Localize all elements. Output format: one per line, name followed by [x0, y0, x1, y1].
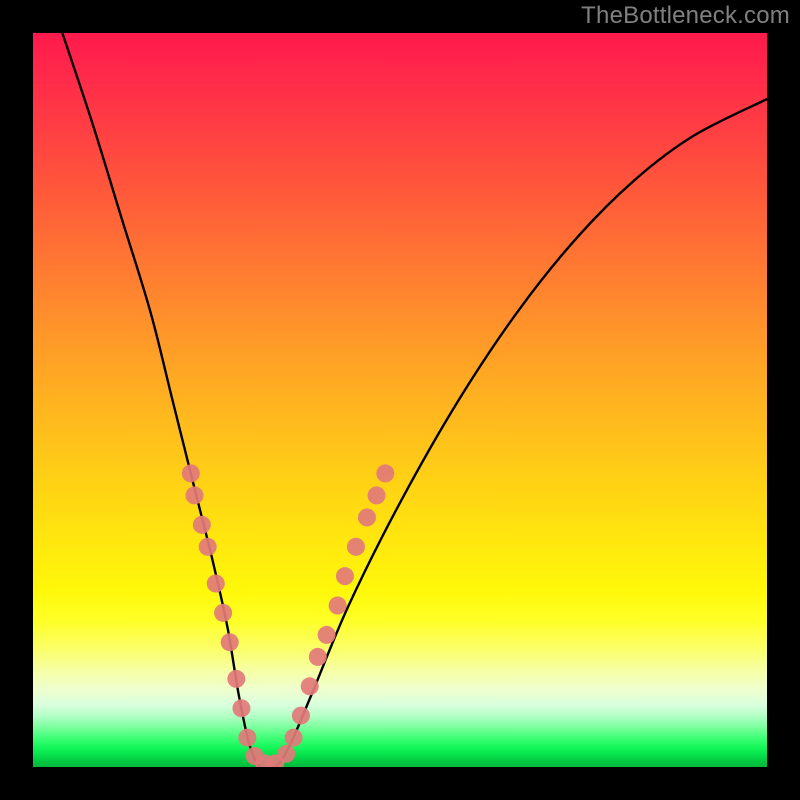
curve-marker: [285, 729, 303, 747]
curve-marker: [232, 699, 250, 717]
curve-marker: [214, 604, 232, 622]
curve-marker: [185, 486, 203, 504]
curve-marker: [193, 516, 211, 534]
curve-marker: [347, 538, 365, 556]
plot-area: [33, 33, 767, 767]
curve-marker: [368, 486, 386, 504]
curve-marker: [329, 597, 347, 615]
curve-marker: [277, 745, 295, 763]
curve-marker: [221, 633, 239, 651]
chart-frame: TheBottleneck.com: [0, 0, 800, 800]
curve-marker: [238, 729, 256, 747]
curve-marker: [207, 575, 225, 593]
curve-markers: [182, 464, 395, 767]
watermark-text: TheBottleneck.com: [581, 2, 790, 30]
curve-marker: [182, 464, 200, 482]
curve-svg: [33, 33, 767, 767]
curve-marker: [227, 670, 245, 688]
curve-marker: [336, 567, 354, 585]
curve-marker: [358, 508, 376, 526]
curve-marker: [309, 648, 327, 666]
curve-marker: [318, 626, 336, 644]
curve-marker: [199, 538, 217, 556]
curve-marker: [376, 464, 394, 482]
bottleneck-curve: [62, 33, 767, 767]
curve-marker: [301, 677, 319, 695]
curve-marker: [292, 707, 310, 725]
